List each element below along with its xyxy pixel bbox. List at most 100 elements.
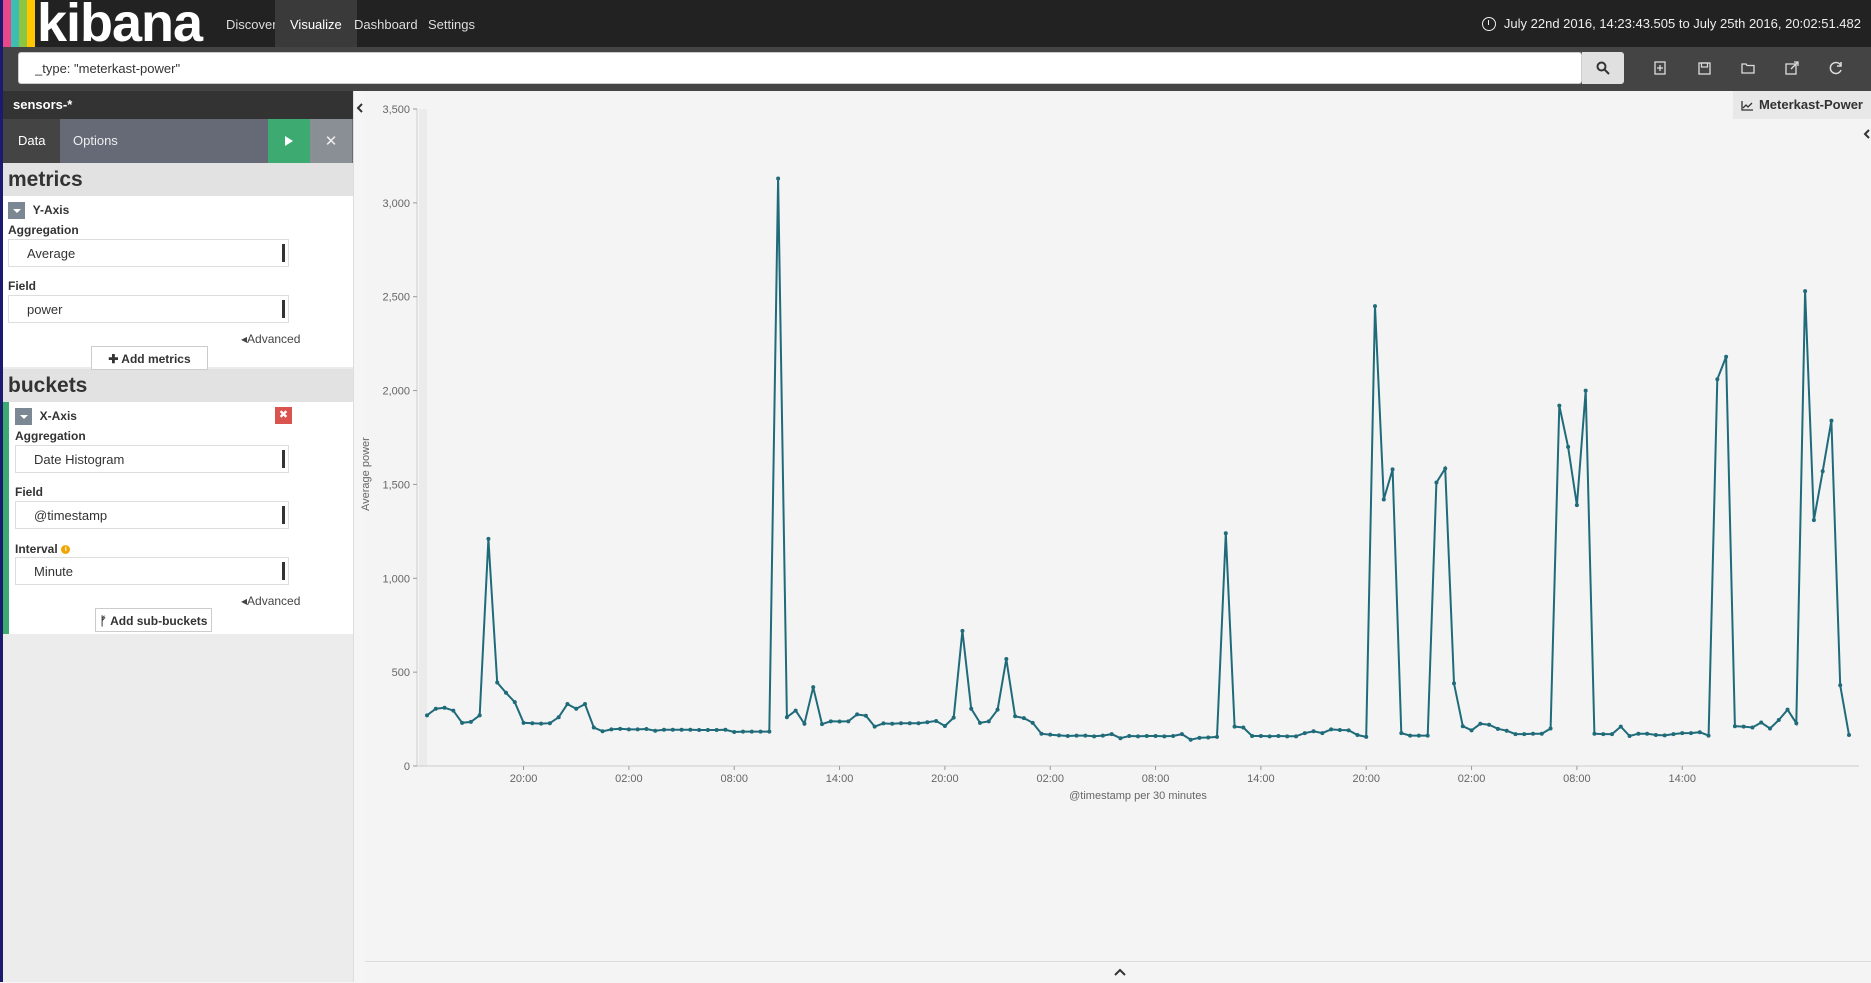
- data-point: [1434, 480, 1439, 485]
- bucket-aggregation-select[interactable]: Date Histogram: [15, 445, 289, 473]
- data-point: [951, 715, 956, 720]
- buckets-heading: buckets: [3, 369, 353, 402]
- data-point: [1566, 444, 1571, 449]
- data-point: [1127, 733, 1132, 738]
- data-point: [468, 719, 473, 724]
- data-point: [820, 722, 824, 727]
- branch-icon: ᚠ: [99, 614, 111, 628]
- data-point: [767, 729, 772, 734]
- bucket-field-select[interactable]: @timestamp: [15, 501, 289, 529]
- logo-stripe: [27, 0, 35, 47]
- bucket-interval-select[interactable]: Minute: [15, 557, 289, 585]
- data-point: [1548, 726, 1553, 731]
- add-metrics-button[interactable]: ✚ Add metrics: [91, 346, 208, 370]
- buckets-panel: X-Axis ✖ Aggregation Date Histogram Fiel…: [3, 402, 353, 634]
- data-point: [1715, 377, 1720, 382]
- bucket-advanced-toggle[interactable]: ◂Advanced: [241, 594, 300, 608]
- data-point: [1539, 731, 1544, 736]
- data-point: [644, 727, 649, 732]
- search-button[interactable]: [1582, 52, 1624, 84]
- data-point: [1136, 734, 1140, 739]
- data-point: [1724, 354, 1729, 359]
- data-point: [784, 715, 789, 720]
- data-point: [1513, 732, 1518, 737]
- chevron-left-icon: [356, 103, 363, 113]
- data-point: [1057, 733, 1061, 738]
- bucket-field-label: Field: [15, 485, 44, 499]
- data-point: [881, 721, 886, 726]
- time-picker[interactable]: July 22nd 2016, 14:23:43.505 to July 25t…: [1481, 0, 1861, 47]
- data-point: [556, 715, 561, 720]
- x-tick-label: 20:00: [510, 773, 538, 785]
- refresh-icon[interactable]: [1822, 54, 1850, 82]
- bucket-aggregation-label: Aggregation: [15, 429, 86, 443]
- play-icon: [285, 136, 293, 146]
- data-point: [1381, 497, 1386, 502]
- share-icon[interactable]: [1778, 54, 1806, 82]
- data-point: [653, 728, 658, 733]
- data-point: [1522, 732, 1527, 737]
- x-axis-label: @timestamp per 30 minutes: [1069, 790, 1207, 802]
- search-input[interactable]: [18, 52, 1582, 84]
- tab-options[interactable]: Options: [58, 119, 133, 163]
- y-tick-label: 1,000: [382, 573, 410, 585]
- metric-advanced-toggle[interactable]: ◂Advanced: [241, 332, 300, 346]
- data-point: [802, 721, 807, 726]
- chevron-down-icon[interactable]: [15, 408, 32, 426]
- data-point: [1776, 718, 1781, 723]
- data-point: [1469, 728, 1474, 733]
- tab-data[interactable]: Data: [3, 119, 61, 163]
- data-point: [934, 718, 939, 723]
- data-point: [828, 719, 833, 724]
- data-point: [609, 727, 614, 732]
- discard-button[interactable]: ✕: [310, 119, 352, 163]
- data-point: [688, 727, 693, 732]
- info-icon[interactable]: i: [61, 545, 71, 555]
- data-point: [583, 702, 587, 707]
- nav-settings[interactable]: Settings: [413, 0, 490, 47]
- logo-stripe: [11, 0, 19, 47]
- x-tick-label: 02:00: [615, 773, 643, 785]
- new-icon[interactable]: [1646, 54, 1674, 82]
- chevron-down-icon[interactable]: [8, 202, 25, 220]
- data-point: [1039, 731, 1044, 736]
- editor-tabs: Data Options ✕: [3, 119, 353, 163]
- metric-field-label: Field: [8, 279, 37, 293]
- add-sub-buckets-button[interactable]: ᚠ Add sub-buckets: [95, 608, 212, 632]
- apply-button[interactable]: [268, 119, 310, 163]
- chevron-up-icon[interactable]: [1114, 968, 1126, 976]
- plot-left-band: [419, 109, 427, 766]
- data-point: [1206, 735, 1211, 740]
- data-point: [741, 729, 745, 734]
- x-tick-label: 14:00: [1668, 773, 1696, 785]
- logo-stripes: [3, 0, 35, 47]
- data-point: [714, 727, 719, 732]
- window-border: [0, 0, 3, 982]
- metrics-heading: metrics: [3, 163, 353, 196]
- data-point: [907, 721, 912, 726]
- metric-aggregation-select[interactable]: Average: [8, 239, 289, 267]
- add-sub-buckets-label: Add sub-buckets: [110, 614, 208, 628]
- close-icon: ✕: [324, 133, 338, 150]
- save-icon[interactable]: [1690, 54, 1718, 82]
- data-point: [1487, 722, 1492, 727]
- remove-bucket-button[interactable]: ✖: [275, 407, 292, 424]
- data-point: [1215, 734, 1219, 739]
- data-point: [1741, 724, 1746, 729]
- data-point: [600, 729, 605, 734]
- data-point: [495, 680, 500, 685]
- data-point: [1355, 733, 1360, 738]
- data-point: [1092, 734, 1097, 739]
- open-icon[interactable]: [1734, 54, 1762, 82]
- search-icon: [1596, 61, 1610, 75]
- data-point: [705, 727, 710, 732]
- data-point: [1179, 732, 1184, 737]
- data-point: [1188, 737, 1193, 742]
- y-tick-label: 2,500: [382, 292, 410, 304]
- clock-icon: [1481, 16, 1496, 31]
- metric-field-select[interactable]: power: [8, 295, 289, 323]
- data-point: [960, 628, 965, 633]
- data-point: [1829, 418, 1834, 423]
- data-point: [1083, 733, 1088, 738]
- data-point: [925, 720, 930, 725]
